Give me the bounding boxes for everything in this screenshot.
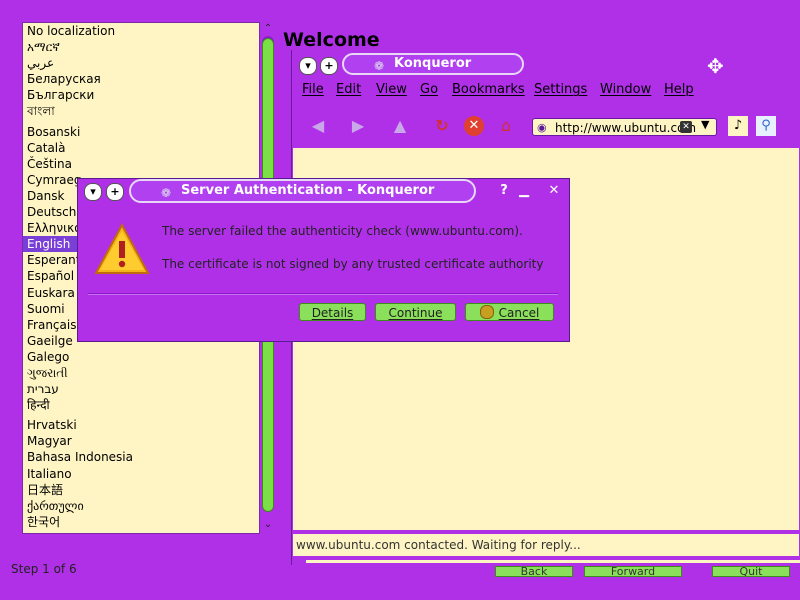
menu-view[interactable]: View bbox=[376, 82, 407, 97]
bottom-divider bbox=[306, 560, 800, 563]
dialog-separator bbox=[88, 293, 558, 295]
lang-item[interactable]: বাংলা bbox=[23, 103, 259, 119]
cancel-button-label: Cancel bbox=[498, 306, 540, 320]
lang-item[interactable]: Italiano bbox=[23, 466, 259, 482]
dialog-sticky-icon[interactable]: + bbox=[106, 183, 124, 201]
step-label: Step 1 of 6 bbox=[11, 562, 77, 576]
move-icon[interactable]: ✥ bbox=[707, 56, 724, 76]
url-dropdown-icon[interactable]: ▼ bbox=[701, 118, 709, 131]
konqueror-title: ❁ Konqueror bbox=[342, 53, 524, 75]
stop-icon[interactable]: ✕ bbox=[464, 116, 484, 136]
up-arrow-icon[interactable]: ▲ bbox=[390, 116, 410, 136]
menu-help[interactable]: Help bbox=[664, 82, 694, 97]
forward-button[interactable]: Forward bbox=[584, 566, 682, 577]
lang-item[interactable]: ગુજરાતી bbox=[23, 365, 259, 381]
toolbar: ◀ ▶ ▲ ↻ ✕ ⌂ ◉ http://www.ubuntu.com ✕ ▼ … bbox=[292, 114, 800, 142]
menu-settings[interactable]: Settings bbox=[534, 82, 587, 97]
bookmark-icon[interactable]: ♪ bbox=[728, 116, 748, 136]
lang-item[interactable]: አማርኛ bbox=[23, 39, 259, 55]
lang-item[interactable]: हिन्दी bbox=[23, 397, 259, 413]
lang-item[interactable]: Bosanski bbox=[23, 124, 259, 140]
cancel-icon bbox=[479, 305, 494, 319]
lang-item[interactable]: 한국어 bbox=[23, 514, 259, 530]
lang-item[interactable]: Galego bbox=[23, 349, 259, 365]
lang-item[interactable]: Magyar bbox=[23, 433, 259, 449]
window-menu-icon[interactable]: ▾ bbox=[299, 57, 317, 75]
lang-item[interactable]: Hrvatski bbox=[23, 417, 259, 433]
search-icon[interactable]: ⚲ bbox=[756, 116, 776, 136]
lang-item[interactable]: 日本語 bbox=[23, 482, 259, 498]
sticky-icon[interactable]: + bbox=[320, 57, 338, 75]
dialog-title-text: Server Authentication - Konqueror bbox=[181, 183, 435, 198]
continue-button[interactable]: Continue bbox=[375, 303, 456, 321]
dialog-menu-icon[interactable]: ▾ bbox=[84, 183, 102, 201]
menu-bookmarks[interactable]: Bookmarks bbox=[452, 82, 525, 97]
dialog-titlebar[interactable]: ▾ + ❁ Server Authentication - Konqueror … bbox=[78, 179, 569, 205]
lang-item[interactable]: Български bbox=[23, 87, 259, 103]
forward-arrow-icon[interactable]: ▶ bbox=[348, 116, 368, 136]
scroll-down-icon[interactable]: ⌄ bbox=[260, 518, 276, 532]
help-icon[interactable]: ? bbox=[496, 183, 512, 199]
lang-item[interactable]: עברית bbox=[23, 381, 259, 397]
auth-message-1: The server failed the authenticity check… bbox=[162, 224, 523, 238]
back-arrow-icon[interactable]: ◀ bbox=[308, 116, 328, 136]
home-icon[interactable]: ⌂ bbox=[496, 116, 516, 136]
lang-item[interactable]: ქართული bbox=[23, 498, 259, 514]
lang-item[interactable]: Bahasa Indonesia bbox=[23, 449, 259, 465]
menu-window[interactable]: Window bbox=[600, 82, 651, 97]
quit-button-label: Quit bbox=[739, 566, 763, 577]
gear-icon: ❁ bbox=[161, 186, 172, 200]
warning-icon bbox=[94, 223, 150, 274]
lang-item[interactable]: No localization bbox=[23, 23, 259, 39]
quit-button[interactable]: Quit bbox=[712, 566, 790, 577]
back-button-label: Back bbox=[520, 566, 548, 577]
menu-edit[interactable]: Edit bbox=[336, 82, 361, 97]
lang-item[interactable]: Беларуская bbox=[23, 71, 259, 87]
back-button[interactable]: Back bbox=[495, 566, 573, 577]
menubar: File Edit View Go Bookmarks Settings Win… bbox=[292, 80, 800, 102]
auth-message-2: The certificate is not signed by any tru… bbox=[162, 257, 544, 271]
minimize-icon[interactable]: ▁ bbox=[516, 183, 532, 199]
lang-item[interactable]: عربي bbox=[23, 55, 259, 71]
lang-item[interactable]: Català bbox=[23, 140, 259, 156]
status-bar: www.ubuntu.com contacted. Waiting for re… bbox=[293, 534, 799, 556]
auth-dialog: ▾ + ❁ Server Authentication - Konqueror … bbox=[77, 178, 570, 342]
konqueror-titlebar[interactable]: ▾ + ❁ Konqueror ✥ bbox=[292, 50, 800, 80]
scroll-up-icon[interactable]: ⌃ bbox=[260, 22, 276, 36]
forward-button-label: Forward bbox=[610, 566, 656, 577]
welcome-title: Welcome bbox=[283, 29, 380, 51]
close-icon[interactable]: ✕ bbox=[546, 183, 562, 199]
konqueror-title-text: Konqueror bbox=[394, 56, 472, 71]
details-button[interactable]: Details bbox=[299, 303, 366, 321]
cancel-button[interactable]: Cancel bbox=[465, 303, 554, 321]
clear-url-icon[interactable]: ✕ bbox=[680, 121, 692, 133]
reload-icon[interactable]: ↻ bbox=[432, 116, 452, 136]
dialog-title: ❁ Server Authentication - Konqueror bbox=[129, 179, 476, 203]
menu-go[interactable]: Go bbox=[420, 82, 438, 97]
menu-file[interactable]: File bbox=[302, 82, 324, 97]
url-text: http://www.ubuntu.com bbox=[555, 121, 697, 135]
dialog-body: The server failed the authenticity check… bbox=[78, 207, 569, 341]
globe-icon: ◉ bbox=[537, 121, 547, 134]
lang-item[interactable]: Čeština bbox=[23, 156, 259, 172]
gear-icon: ❁ bbox=[374, 59, 385, 73]
